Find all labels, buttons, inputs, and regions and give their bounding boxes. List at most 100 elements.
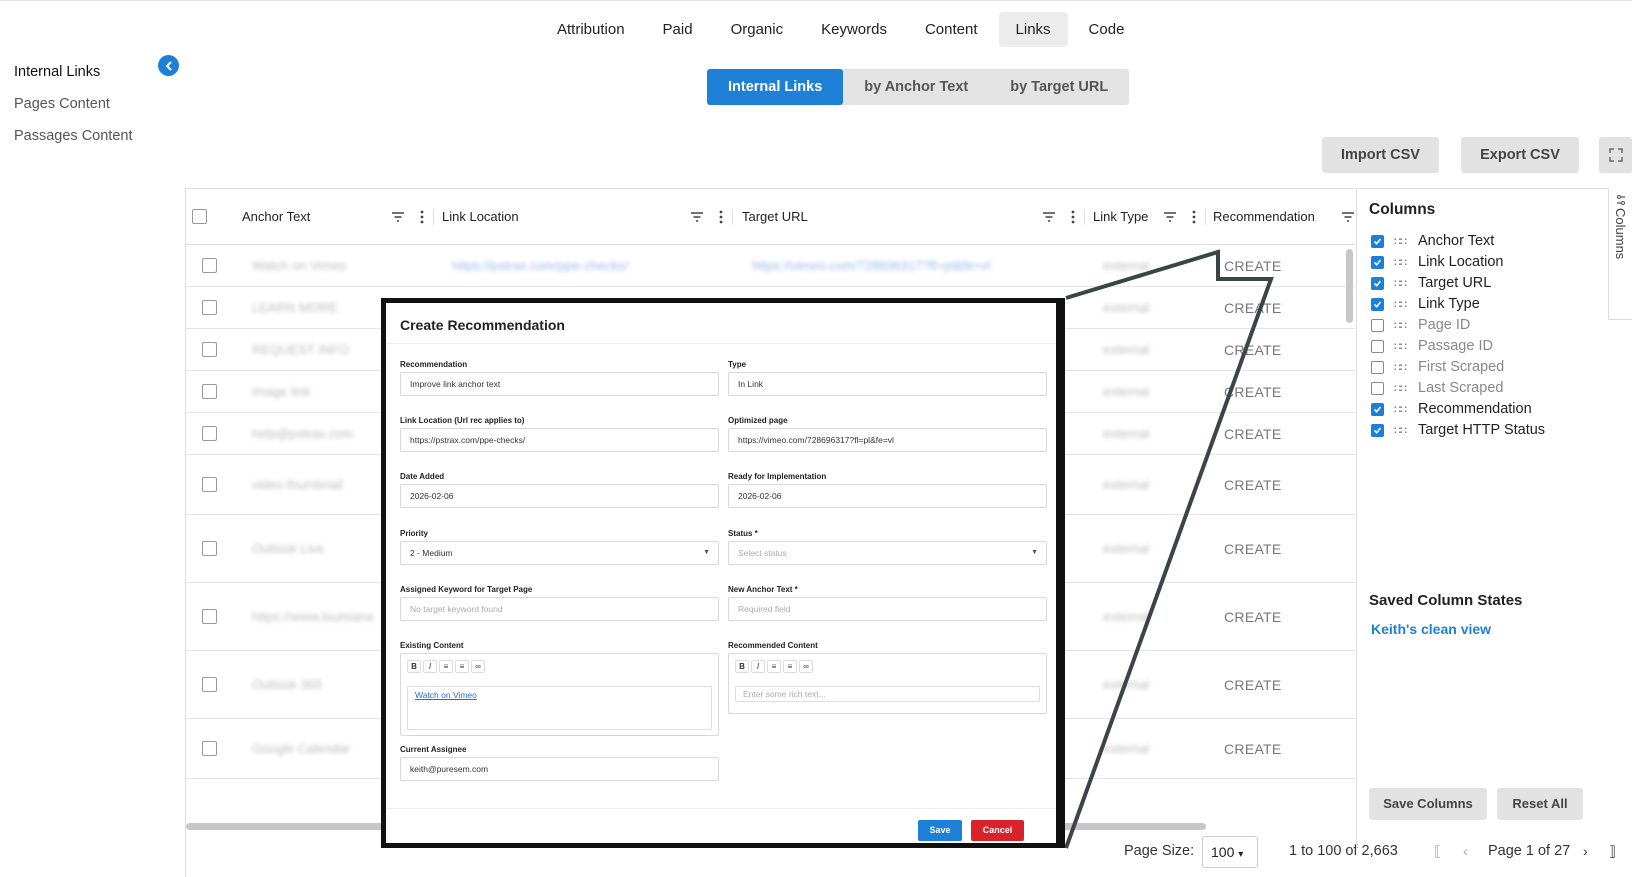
drag-handle-icon[interactable]: ∷∷ bbox=[1394, 340, 1407, 353]
ordered-list-icon[interactable]: ≡ bbox=[767, 660, 781, 673]
existing-content-link[interactable]: Watch on Vimeo bbox=[415, 690, 477, 700]
link-location-field[interactable]: https://pstrax.com/ppe-checks/ bbox=[400, 428, 719, 452]
drag-handle-icon[interactable]: ∷∷ bbox=[1394, 256, 1407, 269]
target-url-cell[interactable]: https://vimeo.com/728696317?fl=pl&fe=vl bbox=[752, 258, 990, 273]
save-button[interactable]: Save bbox=[918, 820, 962, 841]
segment-by-anchor-text[interactable]: by Anchor Text bbox=[843, 69, 989, 105]
checkbox-unchecked-icon[interactable] bbox=[1371, 318, 1384, 332]
checkbox-checked-icon[interactable] bbox=[1371, 234, 1384, 248]
link-location-cell[interactable]: https://pstrax.com/ppe-checks/ bbox=[452, 258, 628, 273]
collapse-sidebar-button[interactable] bbox=[158, 55, 179, 76]
segment-by-target-url[interactable]: by Target URL bbox=[989, 69, 1129, 105]
italic-icon[interactable]: I bbox=[751, 660, 765, 673]
row-checkbox[interactable] bbox=[202, 741, 217, 756]
drag-handle-icon[interactable]: ∷∷ bbox=[1394, 319, 1407, 332]
column-toggle[interactable]: ∷∷ Target URL bbox=[1371, 273, 1491, 293]
column-toggle[interactable]: ∷∷ Passage ID bbox=[1371, 336, 1493, 356]
row-checkbox[interactable] bbox=[202, 384, 217, 399]
italic-icon[interactable]: I bbox=[423, 660, 437, 673]
drag-handle-icon[interactable]: ∷∷ bbox=[1394, 235, 1407, 248]
create-recommendation-link[interactable]: CREATE bbox=[1224, 677, 1282, 693]
assigned-keyword-field[interactable]: No target keyword found bbox=[400, 597, 719, 621]
drag-handle-icon[interactable]: ∷∷ bbox=[1394, 361, 1407, 374]
row-checkbox[interactable] bbox=[202, 300, 217, 315]
save-columns-button[interactable]: Save Columns bbox=[1369, 788, 1487, 820]
create-recommendation-link[interactable]: CREATE bbox=[1224, 741, 1282, 757]
header-target-url[interactable]: Target URL bbox=[742, 189, 808, 245]
tab-organic[interactable]: Organic bbox=[714, 12, 801, 47]
tab-links[interactable]: Links bbox=[998, 12, 1068, 47]
column-menu-icon[interactable] bbox=[1065, 209, 1081, 225]
last-page-icon[interactable]: ⟧ bbox=[1609, 843, 1616, 860]
fullscreen-button[interactable] bbox=[1599, 137, 1632, 173]
vertical-scrollbar[interactable] bbox=[1346, 249, 1353, 323]
bullet-list-icon[interactable]: ≡ bbox=[783, 660, 797, 673]
reset-all-button[interactable]: Reset All bbox=[1497, 788, 1583, 820]
row-checkbox[interactable] bbox=[202, 426, 217, 441]
column-toggle[interactable]: ∷∷ Recommendation bbox=[1371, 399, 1532, 419]
column-menu-icon[interactable] bbox=[1186, 209, 1202, 225]
cancel-button[interactable]: Cancel bbox=[971, 820, 1024, 841]
create-recommendation-link[interactable]: CREATE bbox=[1224, 384, 1282, 400]
header-link-type[interactable]: Link Type bbox=[1093, 189, 1148, 245]
create-recommendation-link[interactable]: CREATE bbox=[1224, 300, 1282, 316]
existing-content-area[interactable]: Watch on Vimeo bbox=[407, 686, 712, 730]
header-anchor-text[interactable]: Anchor Text bbox=[242, 189, 310, 245]
column-toggle[interactable]: ∷∷ Link Type bbox=[1371, 294, 1480, 314]
tab-content[interactable]: Content bbox=[908, 12, 995, 47]
segment-internal-links[interactable]: Internal Links bbox=[707, 69, 844, 105]
header-recommendation[interactable]: Recommendation bbox=[1213, 189, 1315, 245]
table-row[interactable]: Watch on Vimeo https://pstrax.com/ppe-ch… bbox=[186, 245, 1355, 287]
column-toggle[interactable]: ∷∷ Last Scraped bbox=[1371, 378, 1503, 398]
column-toggle[interactable]: ∷∷ Target HTTP Status bbox=[1371, 420, 1545, 440]
page-size-select[interactable]: 100 ▾ bbox=[1202, 836, 1258, 868]
row-checkbox[interactable] bbox=[202, 342, 217, 357]
create-recommendation-link[interactable]: CREATE bbox=[1224, 541, 1282, 557]
link-icon[interactable]: ∞ bbox=[471, 660, 485, 673]
optimized-page-field[interactable]: https://vimeo.com/728696317?fl=pl&fe=vl bbox=[728, 428, 1047, 452]
status-select[interactable]: Select status ▼ bbox=[728, 541, 1047, 565]
current-assignee-field[interactable]: keith@puresem.com bbox=[400, 757, 719, 781]
create-recommendation-link[interactable]: CREATE bbox=[1224, 477, 1282, 493]
filter-icon[interactable] bbox=[1041, 209, 1057, 225]
checkbox-unchecked-icon[interactable] bbox=[1371, 381, 1384, 395]
create-recommendation-link[interactable]: CREATE bbox=[1224, 258, 1282, 274]
new-anchor-text-field[interactable]: Required field bbox=[728, 597, 1047, 621]
priority-select[interactable]: 2 - Medium ▼ bbox=[400, 541, 719, 565]
date-added-field[interactable]: 2026-02-06 bbox=[400, 484, 719, 508]
tab-paid[interactable]: Paid bbox=[646, 12, 710, 47]
column-toggle[interactable]: ∷∷ First Scraped bbox=[1371, 357, 1504, 377]
column-toggle[interactable]: ∷∷ Page ID bbox=[1371, 315, 1470, 335]
header-link-location[interactable]: Link Location bbox=[442, 189, 519, 245]
column-menu-icon[interactable] bbox=[713, 209, 729, 225]
filter-icon[interactable] bbox=[689, 209, 705, 225]
columns-side-tab[interactable]: Columns bbox=[1608, 188, 1632, 320]
tab-code[interactable]: Code bbox=[1072, 12, 1142, 47]
tab-keywords[interactable]: Keywords bbox=[804, 12, 904, 47]
recommendation-field[interactable]: Improve link anchor text bbox=[400, 372, 719, 396]
sidebar-item-pages-content[interactable]: Pages Content bbox=[14, 94, 133, 126]
bold-icon[interactable]: B bbox=[735, 660, 749, 673]
filter-icon[interactable] bbox=[1162, 209, 1178, 225]
create-recommendation-link[interactable]: CREATE bbox=[1224, 426, 1282, 442]
export-csv-button[interactable]: Export CSV bbox=[1461, 137, 1579, 173]
tab-attribution[interactable]: Attribution bbox=[540, 12, 642, 47]
type-field[interactable]: In Link bbox=[728, 372, 1047, 396]
sidebar-item-internal-links[interactable]: Internal Links bbox=[14, 62, 133, 94]
create-recommendation-link[interactable]: CREATE bbox=[1224, 342, 1282, 358]
checkbox-checked-icon[interactable] bbox=[1371, 297, 1384, 311]
checkbox-unchecked-icon[interactable] bbox=[1371, 360, 1384, 374]
filter-icon[interactable] bbox=[390, 209, 406, 225]
bold-icon[interactable]: B bbox=[407, 660, 421, 673]
checkbox-checked-icon[interactable] bbox=[1371, 402, 1384, 416]
column-toggle[interactable]: ∷∷ Link Location bbox=[1371, 252, 1503, 272]
row-checkbox[interactable] bbox=[202, 477, 217, 492]
drag-handle-icon[interactable]: ∷∷ bbox=[1394, 382, 1407, 395]
bullet-list-icon[interactable]: ≡ bbox=[455, 660, 469, 673]
checkbox-checked-icon[interactable] bbox=[1371, 423, 1384, 437]
checkbox-unchecked-icon[interactable] bbox=[1371, 339, 1384, 353]
filter-icon[interactable] bbox=[1340, 209, 1355, 225]
sidebar-item-passages-content[interactable]: Passages Content bbox=[14, 126, 133, 158]
drag-handle-icon[interactable]: ∷∷ bbox=[1394, 403, 1407, 416]
row-checkbox[interactable] bbox=[202, 541, 217, 556]
